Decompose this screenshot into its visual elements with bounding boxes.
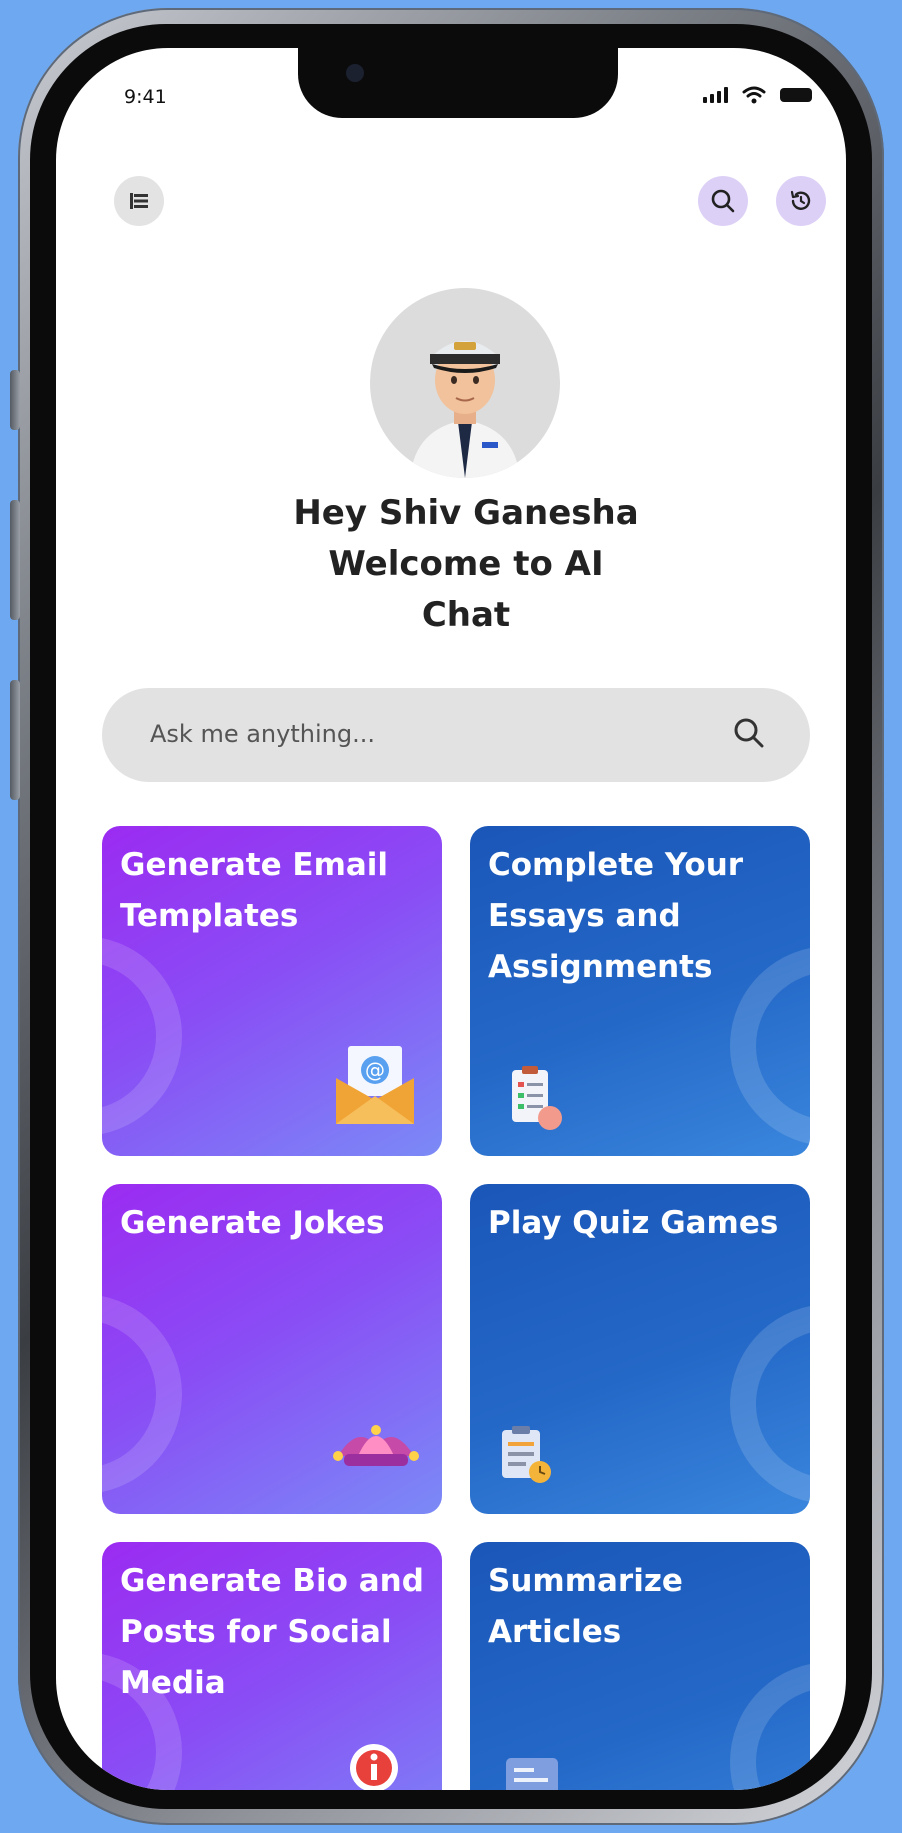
app-screen: 9:41 Hey Shiv Ganesha Welcome to AI Chat…	[56, 48, 846, 1790]
search-icon	[711, 189, 735, 213]
clipboard-checklist-icon	[512, 1066, 562, 1130]
mute-switch	[10, 370, 20, 430]
svg-text:@: @	[365, 1058, 385, 1082]
card-decoration	[730, 1662, 810, 1790]
card-generate-jokes[interactable]: Generate Jokes	[102, 1184, 442, 1514]
card-title: Complete Your Essays and Assignments	[488, 847, 744, 985]
history-icon	[790, 190, 811, 210]
card-decoration	[102, 936, 182, 1136]
card-decoration	[730, 1304, 810, 1504]
volume-down-button	[10, 680, 20, 800]
cellular-signal-icon	[703, 87, 728, 103]
greeting-line-3: Chat	[421, 595, 511, 635]
card-play-quiz-games[interactable]: Play Quiz Games	[470, 1184, 810, 1514]
search-submit-button[interactable]	[732, 716, 766, 754]
search-button[interactable]	[698, 176, 748, 226]
jester-hat-icon	[333, 1425, 419, 1466]
card-generate-email-templates[interactable]: Generate Email Templates @	[102, 826, 442, 1156]
history-button[interactable]	[776, 176, 826, 226]
menu-button[interactable]	[114, 176, 164, 226]
email-envelope-icon: @	[336, 1046, 414, 1124]
card-title: Generate Jokes	[120, 1205, 385, 1241]
card-title: Generate Email Templates	[120, 847, 389, 934]
card-summarize-articles[interactable]: Summarize Articles	[470, 1542, 810, 1790]
document-card-icon	[506, 1758, 558, 1790]
card-decoration	[102, 1294, 182, 1494]
greeting-heading: Hey Shiv Ganesha Welcome to AI Chat	[256, 488, 676, 641]
search-input[interactable]: Ask me anything...	[102, 688, 810, 782]
card-title: Summarize Articles	[488, 1563, 683, 1650]
wifi-icon	[742, 86, 766, 104]
info-badge-icon	[350, 1744, 398, 1790]
status-icons	[703, 86, 812, 104]
card-complete-essays[interactable]: Complete Your Essays and Assignments	[470, 826, 810, 1156]
pilot-avatar-icon	[410, 341, 520, 478]
quiz-clipboard-icon	[502, 1426, 551, 1483]
front-camera	[346, 64, 364, 82]
battery-icon	[780, 88, 812, 102]
menu-list-icon	[130, 193, 148, 209]
greeting-line-2: Welcome to AI	[328, 544, 604, 584]
card-title: Play Quiz Games	[488, 1205, 779, 1241]
notch	[298, 48, 618, 118]
greeting-line-1: Hey Shiv Ganesha	[293, 493, 639, 533]
card-title: Generate Bio and Posts for Social Media	[120, 1563, 424, 1701]
search-icon	[734, 718, 764, 748]
volume-up-button	[10, 500, 20, 620]
status-time: 9:41	[124, 86, 167, 108]
avatar[interactable]	[370, 288, 560, 478]
search-placeholder: Ask me anything...	[150, 720, 375, 748]
card-generate-bio-posts[interactable]: Generate Bio and Posts for Social Media	[102, 1542, 442, 1790]
